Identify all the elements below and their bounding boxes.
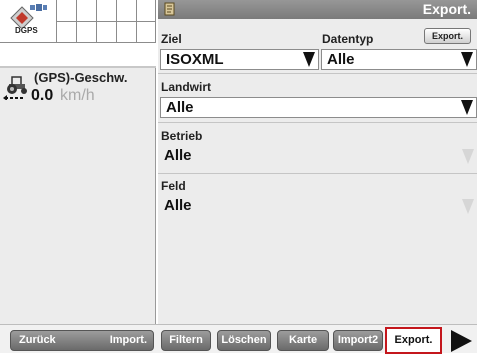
- divider: [158, 122, 477, 123]
- datentyp-dropdown[interactable]: Alle: [321, 49, 477, 70]
- feld-dropdown[interactable]: Alle: [160, 196, 477, 218]
- speed-value: 0.0: [31, 87, 54, 104]
- dgps-label: DGPS: [15, 26, 38, 35]
- feld-label: Feld: [161, 179, 186, 193]
- dropdown-arrow-icon: [303, 52, 315, 67]
- datentyp-value: Alle: [327, 51, 355, 68]
- map-button[interactable]: Karte: [277, 330, 329, 351]
- status-cell: [57, 0, 77, 22]
- page-title: Export.: [422, 1, 471, 17]
- dropdown-arrow-icon: [462, 149, 474, 164]
- betrieb-label: Betrieb: [161, 129, 203, 143]
- status-grid: DGPS: [0, 0, 156, 43]
- betrieb-value: Alle: [164, 147, 192, 164]
- back-button[interactable]: Zurück Import.: [10, 330, 154, 351]
- status-cell: [97, 22, 117, 43]
- status-cell: [117, 0, 137, 22]
- datentyp-label: Datentyp: [322, 32, 374, 46]
- dgps-status-cell: DGPS: [0, 0, 57, 43]
- import-label: Import.: [109, 334, 147, 346]
- dropdown-arrow-icon: [462, 199, 474, 214]
- landwirt-value: Alle: [166, 99, 194, 116]
- dgps-satellite-icon: [10, 4, 47, 28]
- speed-unit: km/h: [60, 87, 95, 104]
- status-cell: [137, 22, 156, 43]
- status-cell: [97, 0, 117, 22]
- landwirt-label: Landwirt: [161, 80, 211, 94]
- status-cell: [57, 22, 77, 43]
- feld-value: Alle: [164, 197, 192, 214]
- status-cell: [137, 0, 156, 22]
- export-tab-button[interactable]: Export.: [385, 327, 442, 354]
- status-cell: [77, 0, 97, 22]
- next-arrow-icon[interactable]: [451, 330, 472, 352]
- divider: [158, 173, 477, 174]
- status-cell: [117, 22, 137, 43]
- divider: [0, 66, 156, 68]
- status-cell: [77, 22, 97, 43]
- page-header: Export.: [158, 0, 477, 19]
- betrieb-dropdown[interactable]: Alle: [160, 146, 477, 168]
- ziel-value: ISOXML: [166, 51, 224, 68]
- export-button[interactable]: Export.: [424, 28, 471, 44]
- dropdown-arrow-icon: [461, 52, 473, 67]
- filter-button[interactable]: Filtern: [161, 330, 211, 351]
- landwirt-dropdown[interactable]: Alle: [160, 97, 477, 118]
- dropdown-arrow-icon: [461, 100, 473, 115]
- ziel-label: Ziel: [161, 32, 182, 46]
- speed-panel: (GPS)-Geschw. 0.0 km/h: [0, 66, 156, 324]
- soft-key-bar: Zurück Import. Filtern Löschen Karte Imp…: [0, 324, 477, 354]
- ziel-dropdown[interactable]: ISOXML: [160, 49, 319, 70]
- tractor-icon: [3, 76, 27, 100]
- file-icon: [164, 2, 175, 16]
- back-label: Zurück: [19, 334, 56, 346]
- import2-button[interactable]: Import2: [333, 330, 383, 351]
- export-form: Ziel ISOXML Datentyp Export. Alle Landwi…: [158, 19, 477, 324]
- speed-title: (GPS)-Geschw.: [34, 70, 128, 85]
- delete-button[interactable]: Löschen: [217, 330, 271, 351]
- divider: [158, 73, 477, 74]
